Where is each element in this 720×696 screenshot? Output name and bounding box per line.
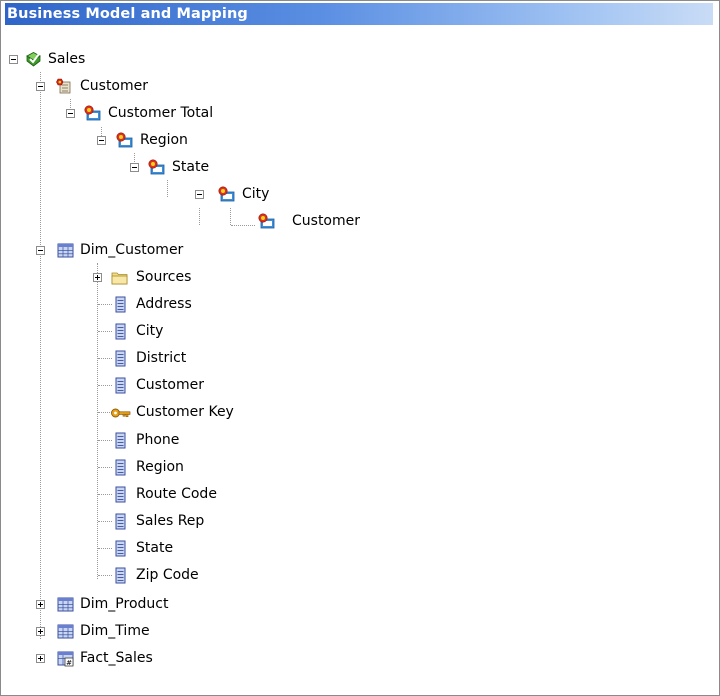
tree-item-col-district[interactable]: District	[1, 347, 701, 374]
tree-item-label: Region	[140, 132, 188, 148]
dimension-hierarchy-icon	[56, 78, 71, 94]
expand-toggle[interactable]	[36, 654, 45, 663]
tree-item-label: Customer	[136, 377, 205, 393]
tree-item-label: Sales	[48, 51, 86, 67]
column-icon	[115, 459, 126, 476]
collapse-toggle[interactable]	[66, 109, 75, 118]
tree-item-label: Customer	[80, 78, 149, 94]
svg-text:#: #	[66, 659, 72, 667]
tree-line	[98, 304, 112, 305]
tree-item-label: Fact_Sales	[80, 650, 153, 666]
folder-icon	[111, 272, 128, 285]
tree-item-label: State	[172, 159, 210, 175]
tree-item-label: Region	[136, 459, 184, 475]
tree-item-label: District	[136, 350, 187, 366]
tree-item-label: Phone	[136, 432, 180, 448]
tree-item-col-phone[interactable]: Phone	[1, 429, 701, 456]
tree-item-label: Customer Key	[136, 404, 234, 420]
tree-item-col-customer[interactable]: Customer	[1, 374, 701, 401]
collapse-toggle[interactable]	[36, 82, 45, 91]
tree-line	[98, 494, 112, 495]
expand-toggle[interactable]	[36, 627, 45, 636]
tree-item-sources[interactable]: Sources	[1, 266, 701, 293]
column-icon	[115, 486, 126, 503]
tree-item-label: Customer	[292, 213, 361, 229]
tree-item-col-zip-code[interactable]: Zip Code	[1, 564, 701, 591]
collapse-toggle[interactable]	[130, 163, 139, 172]
tree-item-label: Zip Code	[136, 567, 199, 583]
tree-line	[98, 440, 112, 441]
tree-item-col-city[interactable]: City	[1, 320, 701, 347]
tree-item-customer-total[interactable]: Customer Total	[1, 102, 701, 129]
tree-item-dim-customer[interactable]: Dim_Customer	[1, 239, 701, 266]
tree-line	[98, 385, 112, 386]
tree-line	[98, 412, 110, 413]
tree-item-customer-hierarchy[interactable]: Customer	[1, 75, 701, 102]
tree-line	[98, 358, 112, 359]
logical-table-icon	[57, 597, 74, 612]
column-icon	[115, 432, 126, 449]
logical-table-icon	[57, 243, 74, 258]
hierarchy-level-icon	[218, 186, 235, 202]
fact-table-icon: #	[57, 651, 74, 667]
tree-item-sales[interactable]: Sales	[1, 48, 701, 75]
business-model-icon	[26, 52, 41, 67]
tree-item-level-customer[interactable]: Customer	[1, 210, 701, 237]
tree-item-col-route-code[interactable]: Route Code	[1, 483, 701, 510]
tree-item-dim-time[interactable]: Dim_Time	[1, 620, 701, 647]
tree-item-label: State	[136, 540, 174, 556]
tree-item-col-customer-key[interactable]: Customer Key	[1, 401, 701, 428]
expand-toggle[interactable]	[93, 273, 102, 282]
tree-item-label: Sales Rep	[136, 513, 205, 529]
business-model-tree: Sales Customer Customer Total Region Sta…	[1, 1, 719, 695]
tree-item-col-sales-rep[interactable]: Sales Rep	[1, 510, 701, 537]
tree-item-label: Dim_Product	[80, 596, 169, 612]
business-model-panel: Business Model and Mapping Sales Custome…	[0, 0, 720, 696]
expand-toggle[interactable]	[36, 600, 45, 609]
tree-item-col-state[interactable]: State	[1, 537, 701, 564]
tree-item-level-region[interactable]: Region	[1, 129, 701, 156]
tree-line	[98, 521, 112, 522]
column-icon	[115, 377, 126, 394]
tree-item-label: Customer Total	[108, 105, 214, 121]
tree-item-level-city[interactable]: City	[1, 183, 701, 210]
column-icon	[115, 323, 126, 340]
tree-line	[98, 467, 112, 468]
tree-item-dim-product[interactable]: Dim_Product	[1, 593, 701, 620]
tree-item-label: Address	[136, 296, 192, 312]
tree-line	[98, 575, 112, 576]
hierarchy-level-icon	[258, 213, 275, 229]
column-icon	[115, 567, 126, 584]
column-icon	[115, 296, 126, 313]
collapse-toggle[interactable]	[36, 246, 45, 255]
collapse-toggle[interactable]	[97, 136, 106, 145]
tree-item-label: Dim_Time	[80, 623, 150, 639]
hierarchy-level-icon	[84, 105, 101, 121]
tree-item-label: City	[136, 323, 164, 339]
tree-item-level-state[interactable]: State	[1, 156, 701, 183]
collapse-toggle[interactable]	[9, 55, 18, 64]
column-icon	[115, 350, 126, 367]
logical-table-icon	[57, 624, 74, 639]
column-icon	[115, 540, 126, 557]
tree-item-label: Route Code	[136, 486, 217, 502]
tree-item-label: City	[242, 186, 270, 202]
key-icon	[111, 408, 131, 418]
tree-line	[98, 331, 112, 332]
column-icon	[115, 513, 126, 530]
tree-line	[98, 548, 112, 549]
tree-item-col-region[interactable]: Region	[1, 456, 701, 483]
tree-item-col-address[interactable]: Address	[1, 293, 701, 320]
tree-item-fact-sales[interactable]: # Fact_Sales	[1, 647, 701, 674]
collapse-toggle[interactable]	[195, 190, 204, 199]
tree-item-label: Dim_Customer	[80, 242, 184, 258]
hierarchy-level-icon	[116, 132, 133, 148]
tree-item-label: Sources	[136, 269, 192, 285]
hierarchy-level-icon	[148, 159, 165, 175]
